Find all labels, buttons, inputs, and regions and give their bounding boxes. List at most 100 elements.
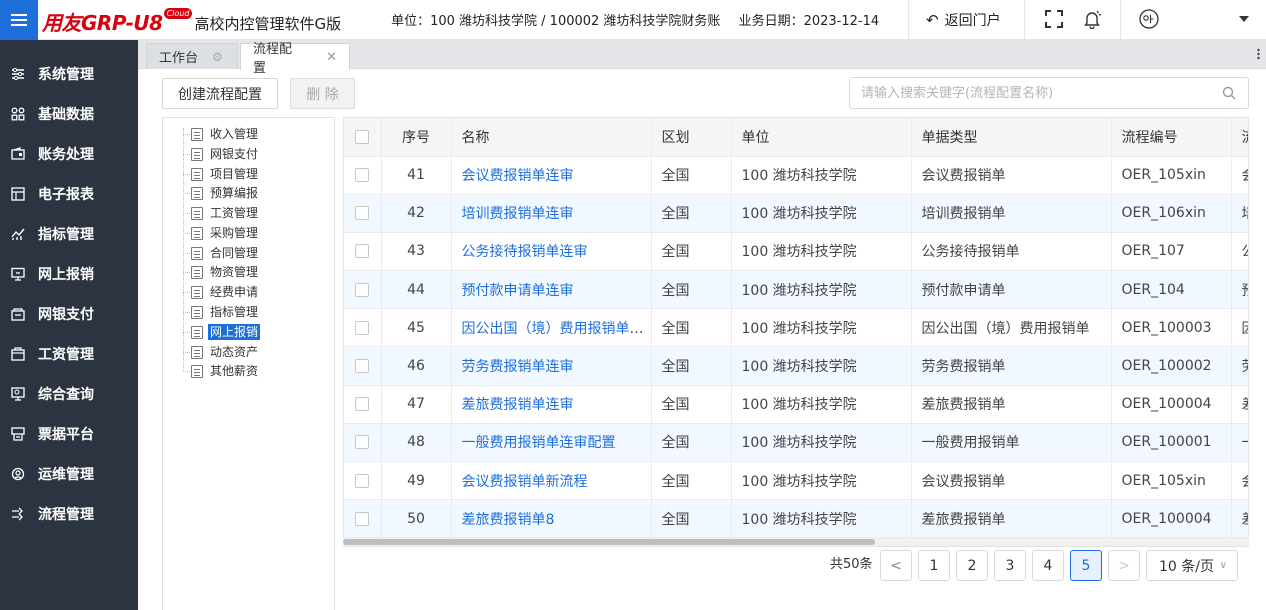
row-checkbox[interactable] [355,244,370,259]
sidebar-item-query[interactable]: 综合查询 [0,374,138,414]
sidebar-item-ops[interactable]: 运维管理 [0,454,138,494]
process-name-link[interactable]: 会议费报销单新流程 [462,474,588,490]
page-button-3[interactable]: 3 [994,550,1026,581]
tree-node-bank-payment[interactable]: 网银支付 [183,146,260,162]
table-row[interactable]: 42 培训费报销单连审 全国100 潍坊科技学院培训费报销单OER_106xin培 [344,194,1248,233]
row-checkbox[interactable] [355,282,370,297]
sidebar-item-payroll[interactable]: 工资管理 [0,334,138,374]
tree-node-other-salary[interactable]: 其他薪资 [183,363,260,379]
page-button-5[interactable]: 5 [1070,550,1102,581]
process-name-link[interactable]: 公务接待报销单连审 [462,244,588,260]
sidebar-item-label: 系统管理 [38,67,94,83]
chevron-down-icon: ∨ [1219,560,1227,571]
tab-workbench[interactable]: 工作台 ⚙ [146,43,238,69]
sidebar-item-bank-payment[interactable]: 网银支付 [0,294,138,334]
back-to-portal-button[interactable]: ↶ 返回门户 [926,0,1001,40]
select-all-checkbox[interactable] [355,129,370,144]
tree-node-dynamic-assets[interactable]: 动态资产 [183,344,260,360]
column-header-process-code: 流程编号 [1111,118,1232,157]
cell-code: OER_105xin [1111,461,1232,501]
user-dropdown-caret-icon[interactable] [1239,16,1249,22]
page-button-1[interactable]: 1 [918,550,950,581]
row-checkbox[interactable] [355,359,370,374]
search-icon[interactable] [1222,86,1236,104]
cell-code: OER_106xin [1111,194,1232,233]
scrollbar-thumb[interactable] [343,539,875,545]
tree-node-material[interactable]: 物资管理 [183,264,260,280]
sidebar-item-accounting[interactable]: 账务处理 [0,134,138,174]
cell-region: 全国 [651,156,732,195]
table-row[interactable]: 44 预付款申请单连审 全国100 潍坊科技学院预付款申请单OER_104预 [344,270,1248,310]
sidebar-item-indicators[interactable]: 指标管理 [0,214,138,254]
gear-icon[interactable]: ⚙ [212,50,223,64]
table-row[interactable]: 45 因公出国（境）费用报销单连审 全国 100 潍坊科技学院 因公出国（境）费用报销单… [344,308,1248,348]
process-name-link[interactable]: 培训费报销单连审 [462,206,574,222]
cell-no: 49 [381,461,452,501]
tree-node-purchase[interactable]: 采购管理 [183,225,260,241]
cell-unit: 100 潍坊科技学院 [731,385,912,424]
sidebar-item-system[interactable]: 系统管理 [0,54,138,94]
row-checkbox[interactable] [355,435,370,450]
more-vertical-icon[interactable] [1257,48,1260,60]
row-checkbox[interactable] [355,473,370,488]
table-row[interactable]: 49 会议费报销单新流程 全国100 潍坊科技学院会议费报销单OER_105xin会 [344,461,1248,501]
tree-node-online-reimbursement[interactable]: 网上报销 [183,324,261,340]
process-name-link[interactable]: 劳务费报销单连审 [462,359,574,375]
process-name-link[interactable]: 差旅费报销单8 [462,512,555,528]
sidebar-item-online-reimbursement[interactable]: 网上报销 [0,254,138,294]
bell-icon[interactable] [1081,8,1103,30]
row-checkbox[interactable] [355,320,370,335]
process-name-link[interactable]: 因公出国（境）费用报销单连审 [462,321,651,337]
cell-type: 差旅费报销单 [911,385,1112,424]
tree-node-payroll[interactable]: 工资管理 [183,205,260,221]
sidebar-item-reports[interactable]: 电子报表 [0,174,138,214]
horizontal-scrollbar[interactable] [343,538,1249,546]
user-avatar-icon[interactable] [1138,8,1160,30]
row-checkbox[interactable] [355,511,370,526]
cell-unit: 100 潍坊科技学院 [731,423,912,463]
row-checkbox[interactable] [355,168,370,183]
tree-node-label: 物资管理 [210,265,259,279]
tree-node-funding[interactable]: 经费申请 [183,284,260,300]
page-button-4[interactable]: 4 [1032,550,1064,581]
tree-node-indicators[interactable]: 指标管理 [183,304,260,320]
table-row[interactable]: 46 劳务费报销单连审 全国100 潍坊科技学院劳务费报销单OER_100002劳 [344,346,1248,386]
close-icon[interactable]: ✕ [326,50,337,65]
table-row[interactable]: 41 会议费报销单连审 全国100 潍坊科技学院会议费报销单OER_105xin会 [344,156,1248,195]
document-icon [191,186,203,200]
delete-button[interactable]: 删 除 [290,78,355,109]
cell-code: OER_100002 [1111,346,1232,386]
process-name-link[interactable]: 差旅费报销单连审 [462,397,574,413]
page-size-select[interactable]: 10 条/页 ∨ [1146,550,1238,581]
tab-process-config[interactable]: 流程配置 ✕ [240,42,350,76]
cell-name: 一般费用报销单连审配置 [451,423,652,463]
page-button-2[interactable]: 2 [956,550,988,581]
fullscreen-icon[interactable] [1043,8,1065,30]
table-row[interactable]: 48 一般费用报销单连审配置 全国 100 潍坊科技学院 一般费用报销单 OER_1000… [344,423,1248,463]
create-process-config-button[interactable]: 创建流程配置 [162,78,278,109]
next-page-button[interactable]: > [1108,550,1140,581]
cell-type: 劳务费报销单 [911,346,1112,386]
process-name-link[interactable]: 会议费报销单连审 [462,168,574,184]
table-row[interactable]: 50 差旅费报销单8 全国100 潍坊科技学院差旅费报销单OER_100004差 [344,499,1248,539]
tree-node-income[interactable]: 收入管理 [183,126,260,142]
sidebar-item-workflow[interactable]: 流程管理 [0,494,138,534]
tree-node-budget[interactable]: 预算编报 [183,185,260,201]
sidebar-item-label: 流程管理 [38,507,94,523]
row-checkbox[interactable] [355,206,370,221]
process-name-link[interactable]: 预付款申请单连审 [462,283,574,299]
table-row[interactable]: 43 公务接待报销单连审 全国100 潍坊科技学院公务接待报销单OER_107公 [344,232,1248,272]
document-icon [191,206,203,220]
sidebar-item-ticket-platform[interactable]: 票据平台 [0,414,138,454]
menu-toggle-button[interactable] [0,0,38,40]
prev-page-button[interactable]: < [880,550,912,581]
tree-node-contract[interactable]: 合同管理 [183,245,260,261]
document-icon [191,167,203,181]
table-row[interactable]: 47 差旅费报销单连审 全国100 潍坊科技学院差旅费报销单OER_100004差 [344,385,1248,424]
search-input[interactable] [850,78,1210,108]
sidebar-item-basic-data[interactable]: 基础数据 [0,94,138,134]
document-icon [191,285,203,299]
process-name-link[interactable]: 一般费用报销单连审配置 [462,435,616,451]
row-checkbox[interactable] [355,397,370,412]
tree-node-project[interactable]: 项目管理 [183,166,260,182]
